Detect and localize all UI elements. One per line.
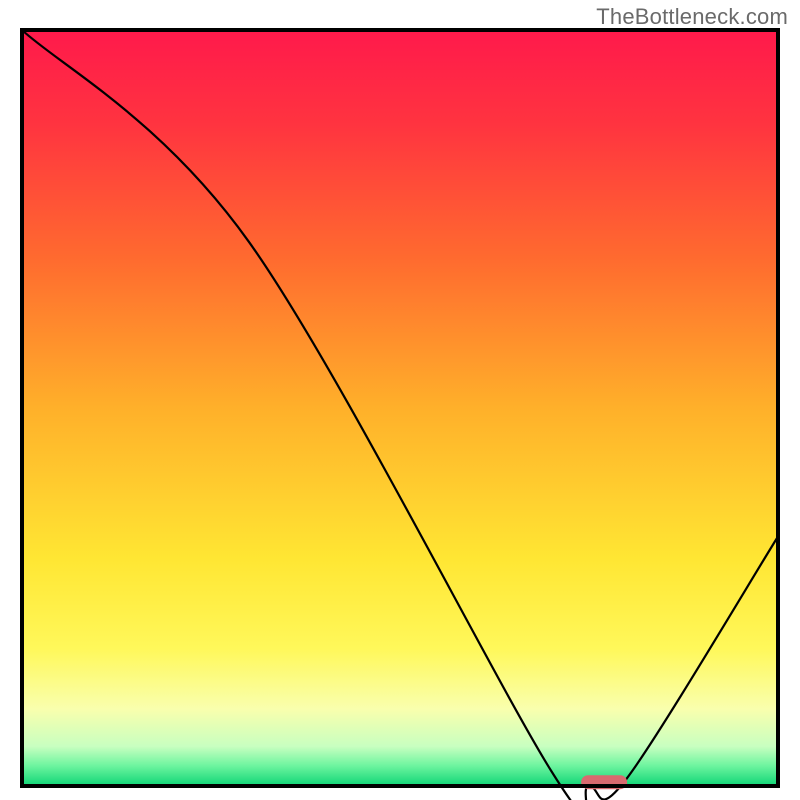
- plot-background: [24, 32, 776, 784]
- bottleneck-chart: [0, 0, 800, 800]
- chart-frame: TheBottleneck.com: [0, 0, 800, 800]
